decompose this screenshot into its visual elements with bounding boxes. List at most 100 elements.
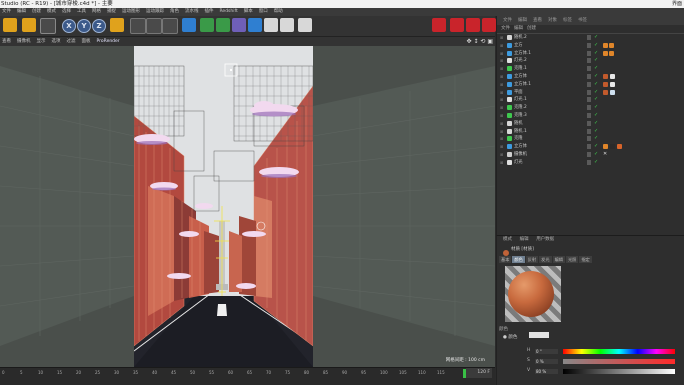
light-bulb-icon[interactable] (298, 18, 312, 32)
enable-check-icon[interactable]: ✓ (594, 151, 598, 159)
enable-check-icon[interactable]: ✓ (594, 104, 598, 112)
expand-icon[interactable]: ⊞ (500, 120, 503, 128)
phong-tag-icon[interactable] (603, 81, 608, 87)
axis-x-button[interactable]: X (62, 19, 76, 33)
camera-icon[interactable] (264, 18, 278, 32)
material-channel-tab[interactable]: 编辑 (552, 256, 565, 263)
object-row[interactable]: ⊞ 立方体 ✓ (497, 143, 684, 151)
enable-check-icon[interactable]: ✓ (594, 57, 598, 65)
enable-check-icon[interactable]: ✓ (594, 120, 598, 128)
enable-check-icon[interactable]: ✓ (594, 65, 598, 73)
material-tag-icon[interactable] (610, 89, 615, 95)
material-channel-tab[interactable]: 光照 (565, 256, 579, 263)
vp-menu-panel[interactable]: 面板 (82, 39, 91, 44)
object-row[interactable]: ⊞ 克隆 ✓ (497, 135, 684, 143)
expand-icon[interactable]: ⊞ (500, 65, 503, 73)
object-name[interactable]: 克隆.3 (514, 112, 527, 120)
expand-icon[interactable]: ⊞ (500, 151, 503, 159)
tag-icon[interactable] (609, 50, 614, 56)
viewport-nav-icons[interactable]: ✥ ↕ ⟲ ▣ (467, 37, 493, 46)
object-row[interactable]: ⊞ 灯光 ✓ (497, 159, 684, 167)
enable-check-icon[interactable]: ✓ (594, 42, 598, 50)
enable-check-icon[interactable]: ✓ (594, 128, 598, 136)
visibility-toggle[interactable] (587, 89, 591, 95)
menu-item-plugins[interactable]: 插件 (205, 9, 214, 14)
menu-item-pipeline[interactable]: 流水线 (185, 9, 199, 14)
3d-viewport[interactable]: 网格间距 : 100 cm (0, 46, 495, 367)
render-view-icon[interactable] (130, 18, 146, 34)
tag-icon[interactable] (603, 144, 608, 150)
attr-tab-userdata[interactable]: 用户数据 (536, 237, 554, 242)
object-row[interactable]: ⊞ 立方体 ✓ (497, 73, 684, 81)
menu-item-select[interactable]: 选择 (62, 9, 71, 14)
object-name[interactable]: 立方 (514, 42, 523, 50)
material-channel-tab[interactable]: 发光 (539, 256, 552, 263)
expand-icon[interactable]: ⊞ (500, 73, 503, 81)
material-tag-icon[interactable] (610, 74, 615, 79)
visibility-toggle[interactable] (587, 144, 591, 150)
visibility-toggle[interactable] (587, 136, 591, 142)
vp-menu-view[interactable]: 查看 (2, 39, 11, 44)
value-slider[interactable] (563, 369, 675, 374)
menu-item-help[interactable]: 帮助 (274, 9, 283, 14)
object-name[interactable]: 灯光.2 (514, 57, 527, 65)
timeline-icon[interactable] (482, 18, 496, 32)
object-row[interactable]: ⊞ 灯光.1 ✓ (497, 96, 684, 104)
visibility-toggle[interactable] (587, 42, 591, 48)
material-tag-icon[interactable] (610, 81, 615, 87)
vp-menu-options[interactable]: 选项 (52, 39, 61, 44)
object-row[interactable]: ⊞ 立方体.1 ✓ (497, 81, 684, 89)
menu-item-redshift[interactable]: Redshift (220, 9, 238, 14)
object-row[interactable]: ⊞ 随机.1 ✓ (497, 128, 684, 136)
object-menu-item-edit[interactable]: 编辑 (514, 26, 523, 31)
vp-menu-prorender[interactable]: ProRender (97, 39, 120, 44)
attr-tab-edit[interactable]: 编辑 (520, 237, 529, 242)
object-name[interactable]: 立方体.1 (514, 50, 531, 58)
menu-item-mograph[interactable]: 运动图形 (122, 9, 140, 14)
menu-item-tracking[interactable]: 运动跟踪 (146, 9, 164, 14)
object-menu-item-create[interactable]: 创建 (527, 26, 536, 31)
visibility-toggle[interactable] (587, 58, 591, 64)
visibility-toggle[interactable] (587, 105, 591, 111)
axis-y-button[interactable]: Y (77, 19, 91, 33)
object-row[interactable]: ⊞ 随机.2 ✓ (497, 34, 684, 42)
enable-check-icon[interactable]: ✓ (594, 34, 598, 42)
expand-icon[interactable]: ⊞ (500, 96, 503, 104)
timeline-ruler[interactable]: 0 5 10 15 20 25 30 35 40 45 50 55 60 65 … (0, 367, 495, 385)
object-tab[interactable]: 对象 (548, 18, 557, 23)
object-name[interactable]: 随机 (514, 120, 523, 128)
object-name[interactable]: 克隆.2 (514, 104, 527, 112)
object-tab[interactable]: 书签 (578, 18, 587, 23)
color-swatch[interactable] (529, 332, 549, 338)
object-row[interactable]: ⊞ 克隆.3 ✓ (497, 112, 684, 120)
value-value-field[interactable]: 80 % (535, 369, 558, 374)
object-menu-item-file[interactable]: 文件 (501, 26, 510, 31)
phong-tag-icon[interactable] (603, 89, 608, 95)
expand-icon[interactable]: ⊞ (500, 57, 503, 65)
visibility-toggle[interactable] (587, 128, 591, 134)
menu-item-mesh[interactable]: 网格 (92, 9, 101, 14)
expand-icon[interactable]: ⊞ (500, 135, 503, 143)
menu-item-character[interactable]: 角色 (170, 9, 179, 14)
expand-icon[interactable]: ⊞ (500, 159, 503, 167)
object-row[interactable]: ⊞ 克隆.1 ✓ (497, 65, 684, 73)
pen-spline-icon[interactable] (200, 18, 214, 32)
object-row[interactable]: ⊞ 克隆.2 ✓ (497, 104, 684, 112)
visibility-toggle[interactable] (587, 81, 591, 87)
coordinate-system-icon[interactable] (110, 18, 124, 32)
visibility-toggle[interactable] (587, 152, 591, 157)
visibility-toggle[interactable] (587, 97, 591, 103)
enable-check-icon[interactable]: ✓ (594, 50, 598, 58)
material-tag-icon[interactable] (617, 144, 622, 150)
expand-icon[interactable]: ⊞ (500, 143, 503, 151)
expand-icon[interactable]: ⊞ (500, 104, 503, 112)
visibility-toggle[interactable] (587, 66, 591, 72)
deformer-icon[interactable] (232, 18, 246, 32)
expand-icon[interactable]: ⊞ (500, 50, 503, 58)
object-row[interactable]: ⊞ 平面 ✓ (497, 89, 684, 97)
enable-check-icon[interactable]: ✓ (594, 143, 598, 151)
layout-label[interactable]: 界面 (672, 0, 682, 8)
hue-value-field[interactable]: 0 ° (535, 349, 558, 354)
keyframe-selection-icon[interactable] (466, 18, 480, 32)
object-tab[interactable]: 标签 (563, 18, 572, 23)
